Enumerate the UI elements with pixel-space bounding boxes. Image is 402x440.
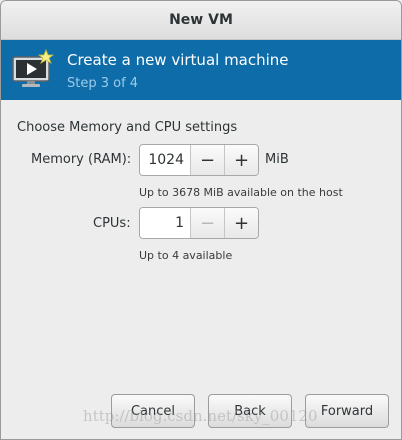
cpus-input[interactable]: 1 [140, 208, 190, 238]
wizard-title: Create a new virtual machine [67, 51, 289, 69]
wizard-step: Step 3 of 4 [67, 76, 139, 91]
back-button[interactable]: Back [208, 394, 292, 428]
memory-label: Memory (RAM): [31, 152, 132, 167]
cpus-hint: Up to 4 available [139, 249, 233, 262]
cpus-decrement-button[interactable]: − [190, 208, 224, 238]
cancel-button[interactable]: Cancel [111, 394, 195, 428]
section-title: Choose Memory and CPU settings [17, 120, 238, 135]
memory-spinner[interactable]: 1024 − + [139, 144, 259, 176]
memory-input[interactable]: 1024 [140, 145, 190, 175]
cpus-increment-button[interactable]: + [224, 208, 258, 238]
memory-hint: Up to 3678 MiB available on the host [139, 186, 343, 199]
memory-increment-button[interactable]: + [224, 145, 258, 175]
forward-button[interactable]: Forward [305, 394, 389, 428]
window-title: New VM [169, 12, 233, 28]
monitor-with-star-icon [12, 49, 55, 87]
cpus-spinner[interactable]: 1 − + [139, 207, 259, 239]
window-titlebar: New VM [1, 1, 401, 40]
memory-decrement-button[interactable]: − [190, 145, 224, 175]
cpus-label: CPUs: [93, 216, 131, 231]
new-vm-dialog: New VM Create a new virtual machine Step… [0, 0, 402, 440]
wizard-header: Create a new virtual machine Step 3 of 4 [1, 40, 401, 100]
memory-unit: MiB [265, 152, 289, 167]
